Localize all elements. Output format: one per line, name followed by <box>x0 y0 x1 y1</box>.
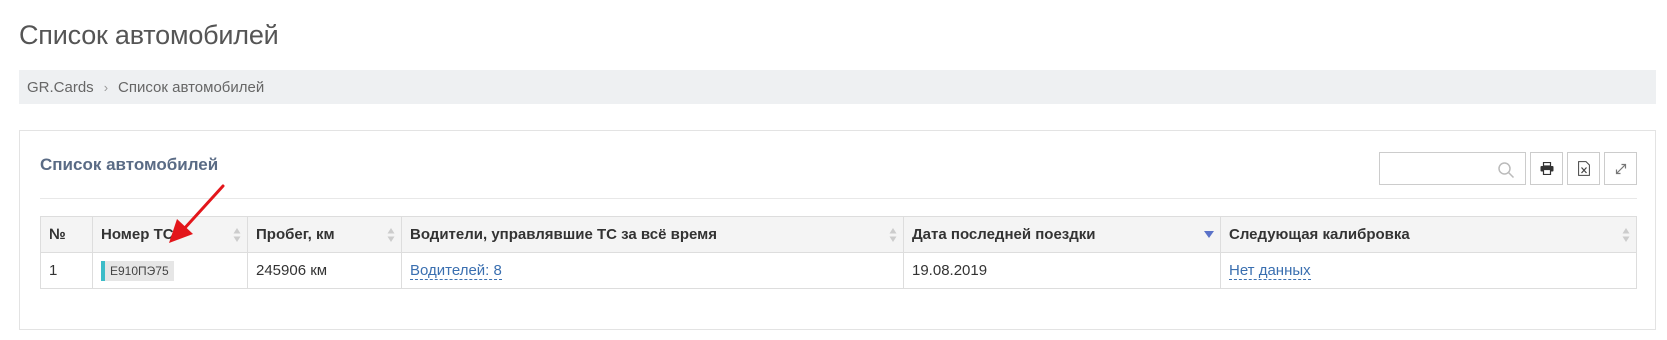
table-row: 1 Е910ПЭ75 245906 км Водителей: 8 19.08.… <box>40 252 1637 289</box>
breadcrumb-current: Список автомобилей <box>118 78 265 96</box>
panel-title: Список автомобилей <box>40 155 219 174</box>
column-header-mileage[interactable]: Пробег, км <box>247 216 402 253</box>
calibration-link[interactable]: Нет данных <box>1229 262 1311 280</box>
plate-badge[interactable]: Е910ПЭ75 <box>101 260 174 281</box>
cell-number: 1 <box>40 252 93 289</box>
search-input[interactable] <box>1380 153 1490 184</box>
breadcrumb: GR.Cards › Список автомобилей <box>19 70 1656 104</box>
sort-icon <box>1622 228 1630 242</box>
drivers-link[interactable]: Водителей: 8 <box>410 262 502 280</box>
excel-export-button[interactable] <box>1567 152 1600 185</box>
breadcrumb-separator: › <box>103 79 109 95</box>
cell-mileage: 245906 км <box>247 252 402 289</box>
page-title: Список автомобилей <box>19 20 279 50</box>
breadcrumb-home-link[interactable]: GR.Cards <box>27 79 94 96</box>
search-icon[interactable] <box>1497 161 1515 179</box>
vehicles-table: № Номер ТС Пробег, км Водители, управляв… <box>40 216 1637 289</box>
sort-desc-icon <box>1204 231 1214 238</box>
sort-icon <box>889 228 897 242</box>
panel-divider <box>40 198 1637 199</box>
column-header-last-trip[interactable]: Дата последней поездки <box>903 216 1221 253</box>
search-box <box>1379 152 1526 185</box>
print-icon <box>1540 162 1553 175</box>
cell-calibration: Нет данных <box>1220 252 1637 289</box>
column-header-number: № <box>40 216 93 253</box>
table-header-row: № Номер ТС Пробег, км Водители, управляв… <box>40 216 1637 253</box>
column-header-calibration[interactable]: Следующая калибровка <box>1220 216 1637 253</box>
cell-last-trip: 19.08.2019 <box>903 252 1221 289</box>
excel-export-icon <box>1577 161 1590 176</box>
cell-plate: Е910ПЭ75 <box>92 252 248 289</box>
expand-icon <box>1615 163 1626 174</box>
column-header-plate[interactable]: Номер ТС <box>92 216 248 253</box>
sort-icon <box>387 228 395 242</box>
column-header-drivers[interactable]: Водители, управлявшие ТС за всё время <box>401 216 904 253</box>
vehicles-panel: Список автомобилей № Номер ТС Пробег, км… <box>19 130 1656 330</box>
sort-icon <box>233 228 241 242</box>
cell-drivers: Водителей: 8 <box>401 252 904 289</box>
expand-button[interactable] <box>1604 152 1637 185</box>
print-button[interactable] <box>1530 152 1563 185</box>
